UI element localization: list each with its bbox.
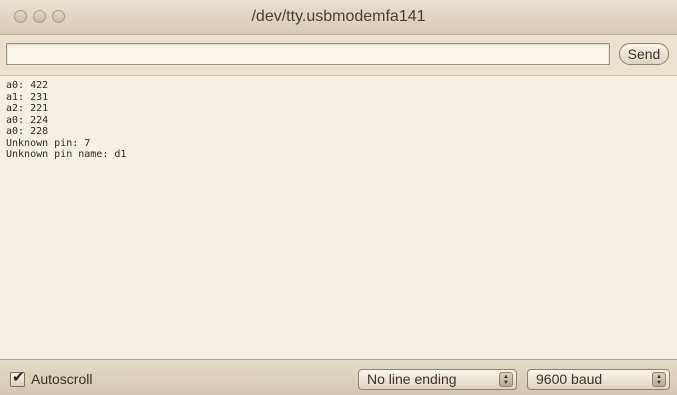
serial-monitor-window: /dev/tty.usbmodemfa141 Send a0: 422 a1: …: [0, 0, 677, 395]
output-line: a0: 228: [6, 126, 49, 137]
autoscroll-label: Autoscroll: [31, 371, 93, 387]
autoscroll-checkbox[interactable]: ✔: [10, 368, 25, 387]
output-line: a2: 221: [6, 103, 49, 114]
checkmark-icon: ✔: [12, 368, 25, 386]
output-line: a0: 422: [6, 80, 49, 91]
title-bar: /dev/tty.usbmodemfa141: [0, 0, 677, 35]
up-down-arrows-icon: ▲ ▼: [652, 372, 666, 387]
send-button[interactable]: Send: [619, 43, 669, 65]
autoscroll-toggle[interactable]: ✔ Autoscroll: [10, 368, 93, 388]
up-down-arrows-icon: ▲ ▼: [499, 372, 513, 387]
line-ending-value: No line ending: [367, 371, 457, 387]
send-bar: Send: [0, 35, 677, 76]
baud-rate-select[interactable]: 9600 baud ▲ ▼: [527, 369, 670, 390]
baud-rate-value: 9600 baud: [536, 371, 603, 387]
output-line: Unknown pin: 7: [6, 137, 91, 149]
serial-output-area[interactable]: a0: 422 a1: 231 a2: 221 a0: 224 a0: 228 …: [0, 76, 677, 359]
output-line: a0: 224: [6, 114, 49, 126]
line-ending-select[interactable]: No line ending ▲ ▼: [358, 369, 517, 390]
output-line: Unknown pin name: d1: [6, 149, 127, 160]
bottom-toolbar: ✔ Autoscroll No line ending ▲ ▼ 9600 baud…: [0, 359, 677, 395]
window-title: /dev/tty.usbmodemfa141: [251, 8, 426, 25]
output-line: a1: 231: [6, 91, 49, 103]
serial-input-field[interactable]: [6, 43, 610, 65]
